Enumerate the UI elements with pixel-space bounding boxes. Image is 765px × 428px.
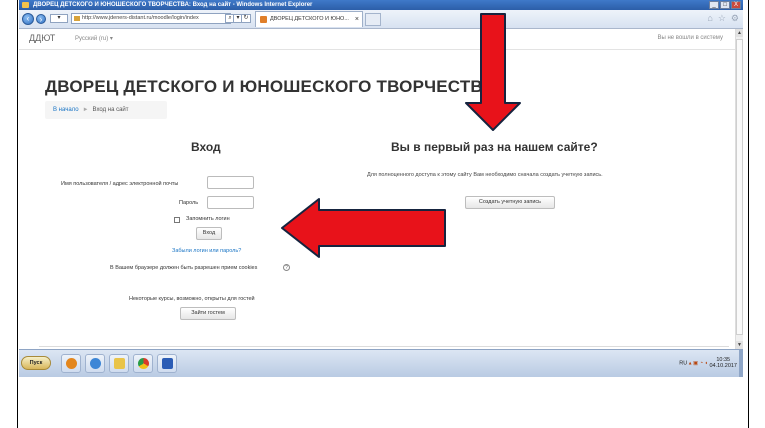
new-tab-button[interactable] — [365, 13, 381, 26]
start-button[interactable]: Пуск — [21, 356, 51, 370]
forgot-password-link[interactable]: Забыли логин или пароль? — [172, 248, 241, 254]
address-url: http://www.jdeners-distant.ru/moodle/log… — [82, 15, 199, 21]
address-bar[interactable]: http://www.jdeners-distant.ru/moodle/log… — [71, 13, 231, 24]
tray-language[interactable]: RU — [679, 360, 687, 366]
login-heading: Вход — [191, 140, 221, 154]
show-desktop-button[interactable] — [739, 350, 743, 377]
taskbar-app-chrome[interactable] — [133, 354, 153, 373]
taskbar-app-ie[interactable] — [85, 354, 105, 373]
remember-checkbox[interactable] — [174, 217, 180, 223]
guest-note: Некоторые курсы, возможно, открыты для г… — [129, 296, 255, 302]
first-time-heading: Вы в первый раз на нашем сайте? — [391, 140, 598, 154]
ie-icon — [22, 2, 29, 8]
screenshot: ДВОРЕЦ ДЕТСКОГО И ЮНОШЕСКОГО ТВОРЧЕСТВА:… — [19, 0, 743, 380]
tab-label: ДВОРЕЦ ДЕТСКОГО И ЮНО... — [270, 16, 349, 22]
browser-right-icons: ⌂ ☆ ⚙ — [707, 14, 739, 23]
close-button[interactable]: X — [731, 1, 741, 9]
create-account-button[interactable]: Создать учетную запись — [465, 196, 555, 209]
breadcrumb-current: Вход на сайт — [92, 107, 129, 113]
site-short-name[interactable]: ДДЮТ — [29, 33, 55, 43]
back-arrow-icon[interactable]: ‹ — [22, 13, 34, 25]
tab-favicon-icon — [260, 16, 267, 23]
window-title: ДВОРЕЦ ДЕТСКОГО И ЮНОШЕСКОГО ТВОРЧЕСТВА:… — [33, 2, 313, 8]
browser-toolbar: ‹ › ▾ http://www.jdeners-distant.ru/mood… — [19, 10, 743, 29]
scroll-up-icon[interactable]: ▲ — [736, 29, 743, 37]
web-page: ДДЮТ Русский (ru) ▾ Вы не вошли в систем… — [19, 29, 735, 349]
favorites-star-icon[interactable]: ☆ — [718, 14, 726, 23]
login-status: Вы не вошли в систему — [657, 35, 723, 41]
forward-arrow-icon[interactable]: › — [36, 14, 46, 24]
scroll-down-icon[interactable]: ▼ — [736, 341, 743, 349]
taskbar-app-media[interactable] — [61, 354, 81, 373]
chrome-icon — [138, 358, 149, 369]
footer-divider — [39, 346, 729, 347]
cookies-note: В Вашем браузере должен быть разрешен пр… — [110, 265, 258, 271]
breadcrumb: В начало ► Вход на сайт — [45, 101, 167, 119]
media-player-icon — [66, 358, 77, 369]
maximize-button[interactable]: □ — [720, 1, 730, 9]
taskbar-app-explorer[interactable] — [109, 354, 129, 373]
window-title-bar: ДВОРЕЦ ДЕТСКОГО И ЮНОШЕСКОГО ТВОРЧЕСТВА:… — [19, 0, 743, 10]
login-button[interactable]: Вход — [196, 227, 222, 240]
site-favicon-icon — [74, 16, 80, 21]
password-label: Пароль — [179, 200, 199, 206]
internet-explorer-icon — [90, 358, 101, 369]
tab-active[interactable]: ДВОРЕЦ ДЕТСКОГО И ЮНО... × — [255, 11, 363, 27]
breadcrumb-separator: ► — [82, 107, 89, 113]
tray-date: 04.10.2017 — [709, 363, 737, 369]
language-menu[interactable]: Русский (ru) ▾ — [75, 35, 113, 42]
word-icon — [162, 358, 173, 369]
password-input[interactable] — [207, 196, 254, 209]
breadcrumb-home[interactable]: В начало — [53, 107, 79, 113]
window-controls: _ □ X — [709, 1, 741, 9]
moodle-navbar: ДДЮТ Русский (ru) ▾ Вы не вошли в систем… — [19, 29, 735, 50]
folder-icon — [114, 358, 125, 369]
settings-gear-icon[interactable]: ⚙ — [731, 14, 739, 23]
page-scrollbar[interactable]: ▲ ▼ — [735, 29, 743, 349]
minimize-button[interactable]: _ — [709, 1, 719, 9]
help-icon[interactable]: ? — [283, 264, 290, 271]
username-label: Имя пользователя / адрес электронной поч… — [61, 181, 179, 187]
tab-close-icon[interactable]: × — [355, 12, 359, 27]
home-icon[interactable]: ⌂ — [707, 14, 712, 23]
guest-login-button[interactable]: Зайти гостем — [180, 307, 236, 320]
remember-label: Запомнить логин — [186, 216, 230, 222]
tray-clock[interactable]: 10:35 04.10.2017 — [709, 357, 737, 369]
system-tray: RU ▴ ▣ ◔ ◖ 10:35 04.10.2017 — [679, 357, 737, 369]
history-dropdown-icon[interactable]: ▾ — [50, 14, 68, 23]
refresh-icon[interactable]: ↻ — [241, 14, 251, 23]
taskbar-app-word[interactable] — [157, 354, 177, 373]
tray-icons: ▴ ▣ ◔ ◖ — [688, 360, 710, 367]
page-title: ДВОРЕЦ ДЕТСКОГО И ЮНОШЕСКОГО ТВОРЧЕСТВА — [45, 77, 495, 96]
first-time-text: Для полноценного доступа к этому сайту В… — [367, 172, 603, 178]
username-input[interactable] — [207, 176, 254, 189]
windows-taskbar: Пуск RU ▴ ▣ ◔ ◖ 10:35 04.10.2017 — [19, 349, 743, 377]
scroll-thumb[interactable] — [736, 39, 743, 335]
